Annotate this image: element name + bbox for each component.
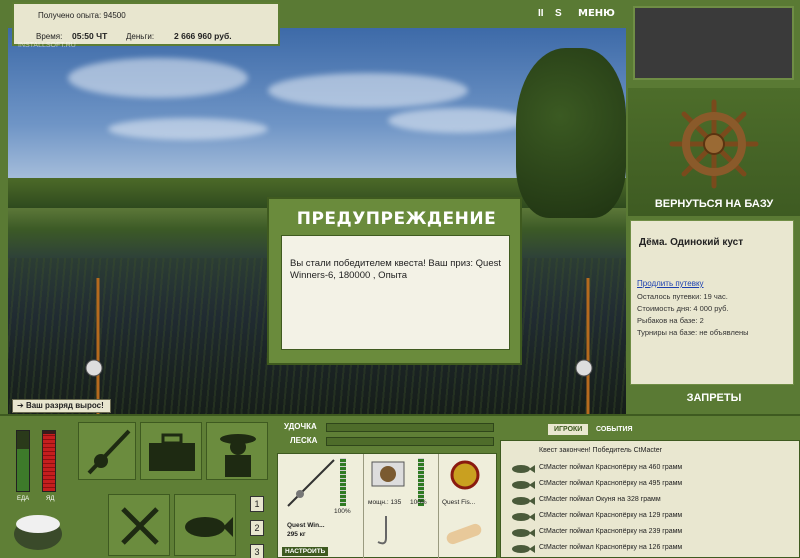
- left-rod-icon[interactable]: [78, 278, 118, 415]
- day-cost: Стоимость дня: 4 000 руб.: [637, 304, 729, 313]
- rod-label: УДОЧКА: [284, 422, 317, 431]
- bans-button[interactable]: ЗАПРЕТЫ: [628, 392, 800, 404]
- rank-up-text: Ваш разряд вырос!: [25, 401, 104, 410]
- fish-icon: [512, 545, 535, 553]
- tournaments-status: Турниры на базе: не объявлены: [637, 328, 749, 337]
- event-text: CtMacter поймал Краснопёрку на 129 грамм: [539, 512, 683, 519]
- list-item: CtMacter поймал Окуня на 328 грамм: [507, 493, 797, 509]
- return-to-base-button[interactable]: ВЕРНУТЬСЯ НА БАЗУ: [628, 198, 800, 210]
- fork-knife-icon: [121, 507, 159, 545]
- hook-icon[interactable]: [368, 512, 404, 550]
- shot-meter-fill: [43, 434, 55, 491]
- fish-icon: [512, 497, 535, 505]
- ship-wheel-icon[interactable]: [668, 98, 760, 190]
- setup-button[interactable]: НАСТРОИТЬ: [282, 547, 329, 556]
- shot-label: ЯД: [46, 496, 55, 502]
- reel-icon[interactable]: [370, 460, 406, 488]
- minimap[interactable]: [633, 6, 794, 80]
- event-text: CtMacter поймал Краснопёрку на 239 грамм: [539, 528, 683, 535]
- fish-icon: [512, 465, 535, 473]
- line-spool-icon[interactable]: [446, 460, 484, 490]
- tackle-set-1-button[interactable]: 1: [250, 496, 264, 512]
- tackle-box-slot[interactable]: [140, 422, 202, 480]
- reel-power: мощн.: 135: [368, 499, 402, 506]
- character-slot[interactable]: [206, 422, 268, 480]
- list-item: CtMacter поймал Краснопёрку на 126 грамм: [507, 541, 797, 557]
- line-name: Quest Fis...: [442, 499, 476, 506]
- tab-events[interactable]: СОБЫТИЯ: [590, 424, 639, 435]
- fisherman-icon: [220, 434, 256, 477]
- location-name: Дёма. Одинокий куст: [639, 237, 744, 248]
- events-log: Квест закончен! Победитель CtMacter CtMa…: [500, 440, 800, 558]
- rod-reel-icon: [87, 429, 131, 475]
- game-window: Получено опыта: 94500 Время: 05:50 ЧТ Де…: [0, 0, 800, 558]
- arrow-icon: ➔: [17, 401, 24, 410]
- line-tension-bar: [326, 437, 494, 446]
- time-value: 05:50 ЧТ: [72, 31, 108, 41]
- pause-button[interactable]: II: [538, 8, 544, 19]
- event-text: CtMacter поймал Краснопёрку на 495 грамм: [539, 480, 683, 487]
- watermark: INSTALLSOFT.RU: [18, 42, 76, 49]
- money-label: Деньги:: [126, 32, 155, 41]
- shot-meter: [42, 430, 56, 492]
- bait-icon[interactable]: [442, 512, 486, 552]
- sound-button[interactable]: S: [555, 8, 562, 19]
- events-header: Квест закончен! Победитель CtMacter: [539, 447, 663, 454]
- warning-dialog[interactable]: ПРЕДУПРЕЖДЕНИЕ Вы стали победителем квес…: [267, 197, 522, 365]
- rod-health-bar: [340, 458, 346, 506]
- permit-remaining: Осталось путевки: 19 час.: [637, 292, 728, 301]
- anglers-count: Рыбаков на базе: 2: [637, 316, 704, 325]
- list-item: CtMacter поймал Краснопёрку на 129 грамм: [507, 509, 797, 525]
- tackle-set-2-button[interactable]: 2: [250, 520, 264, 536]
- fish-icon: [512, 481, 535, 489]
- time-label: Время:: [36, 32, 63, 41]
- list-item: CtMacter поймал Краснопёрку на 239 грамм: [507, 525, 797, 541]
- fish-icon: [185, 517, 233, 537]
- rod-name: Quest Win...: [287, 522, 325, 529]
- dialog-message: Вы стали победителем квеста! Ваш приз: Q…: [281, 235, 510, 350]
- event-text: CtMacter поймал Краснопёрку на 460 грамм: [539, 464, 683, 471]
- cauldron-icon[interactable]: [10, 508, 66, 558]
- line-label: ЛЕСКА: [290, 436, 318, 445]
- experience-label: Получено опыта:: [38, 11, 102, 20]
- list-item: CtMacter поймал Краснопёрку на 460 грамм: [507, 461, 797, 477]
- tackle-panel: 100% Quest Win... 295 кг НАСТРОИТЬ мощн.…: [277, 453, 497, 558]
- rank-up-notice: ➔ Ваш разряд вырос!: [12, 399, 111, 413]
- food-meter-fill: [17, 449, 29, 491]
- money-value: 2 666 960 руб.: [174, 31, 232, 41]
- dialog-title: ПРЕДУПРЕЖДЕНИЕ: [296, 209, 497, 229]
- fish-icon: [512, 529, 535, 537]
- rod-tension-bar: [326, 423, 494, 432]
- food-label: ЕДА: [17, 496, 30, 502]
- food-meter: [16, 430, 30, 492]
- rod-percent: 100%: [334, 508, 351, 515]
- menu-button[interactable]: МЕНЮ: [578, 8, 615, 19]
- list-item: CtMacter поймал Краснопёрку на 495 грамм: [507, 477, 797, 493]
- event-text: CtMacter поймал Краснопёрку на 126 грамм: [539, 544, 683, 551]
- event-text: CtMacter поймал Окуня на 328 грамм: [539, 496, 661, 503]
- right-rod-icon[interactable]: [568, 278, 608, 415]
- fish-icon: [512, 513, 535, 521]
- location-info: Дёма. Одинокий куст Продлить путевку Ост…: [630, 220, 794, 385]
- tackle-set-3-button[interactable]: 3: [250, 544, 264, 558]
- tab-players[interactable]: ИГРОКИ: [548, 424, 589, 435]
- status-panel: Получено опыта: 94500 Время: 05:50 ЧТ Де…: [12, 2, 280, 46]
- rod-icon[interactable]: [284, 458, 338, 508]
- experience-value: 94500: [103, 11, 126, 20]
- extend-permit-link[interactable]: Продлить путевку: [637, 279, 704, 288]
- reel-percent: 100%: [410, 499, 427, 506]
- food-slot[interactable]: [108, 494, 170, 556]
- rods-slot[interactable]: [78, 422, 136, 480]
- toolbox-icon: [149, 433, 195, 471]
- base-wheel-area: [628, 88, 800, 216]
- catch-slot[interactable]: [174, 494, 236, 556]
- rod-weight: 295 кг: [287, 531, 306, 538]
